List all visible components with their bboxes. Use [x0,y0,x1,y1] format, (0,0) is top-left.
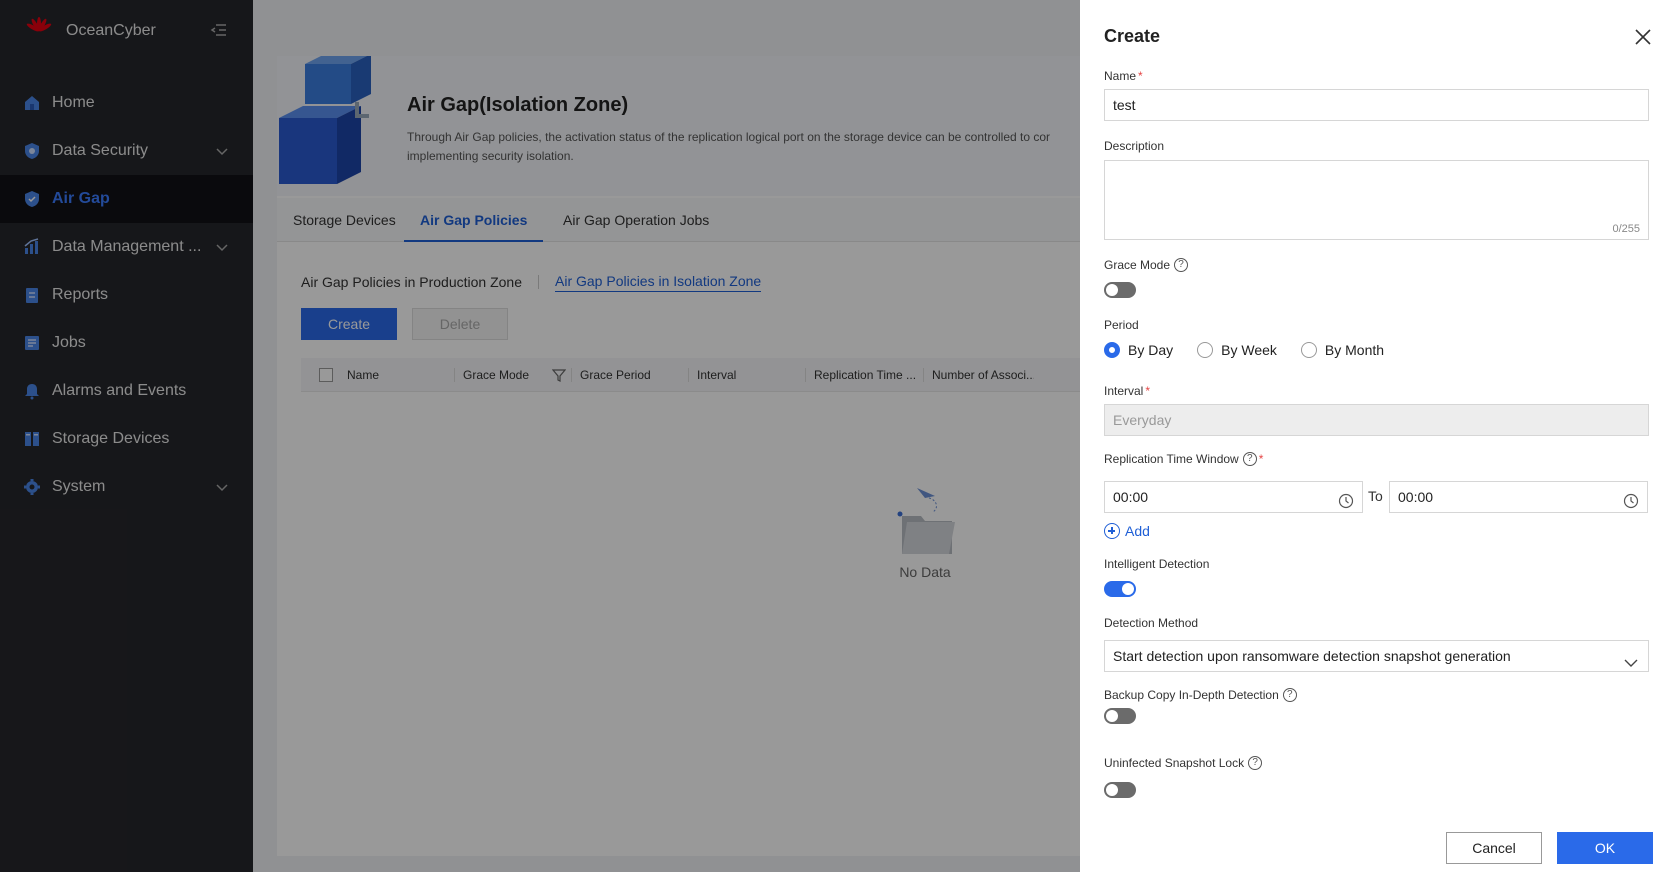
grace-mode-toggle[interactable] [1104,282,1136,298]
chevron-down-icon [1624,650,1638,667]
close-icon[interactable] [1634,28,1652,46]
replication-time-window-label: Replication Time Window? * [1104,452,1263,466]
detection-method-label: Detection Method [1104,616,1199,630]
required-mark: * [1258,452,1264,466]
period-option-by-month[interactable]: By Month [1300,342,1385,358]
start-time-value: 00:00 [1113,489,1149,505]
add-label: Add [1125,523,1150,539]
to-label: To [1368,488,1383,504]
detection-method-select[interactable]: Start detection upon ransomware detectio… [1104,640,1649,672]
name-label: Name * [1104,69,1143,83]
required-mark: * [1145,384,1151,398]
intelligent-detection-label: Intelligent Detection [1104,557,1210,571]
description-textarea[interactable]: 0/255 [1104,160,1649,240]
detection-method-value: Start detection upon ransomware detectio… [1113,648,1511,664]
grace-mode-label: Grace Mode? [1104,258,1189,272]
ok-button[interactable]: OK [1557,832,1653,864]
snapshot-lock-label: Uninfected Snapshot Lock? [1104,756,1263,770]
create-policy-drawer: Create Name * test Description 0/255 Grac… [1080,0,1665,872]
help-icon[interactable]: ? [1248,756,1263,770]
period-option-by-day[interactable]: By Day [1104,342,1173,358]
interval-input: Everyday [1104,404,1649,436]
radio-button[interactable] [1300,342,1317,358]
radio-button[interactable] [1104,342,1120,358]
start-time-input[interactable]: 00:00 [1104,481,1363,513]
character-counter: 0/255 [1612,223,1640,235]
plus-circle-icon [1104,523,1120,539]
end-time-value: 00:00 [1398,489,1434,505]
snapshot-lock-label-text: Uninfected Snapshot Lock [1104,756,1245,770]
help-icon[interactable]: ? [1282,688,1297,702]
radio-button[interactable] [1197,342,1214,358]
replication-label-text: Replication Time Window [1104,452,1239,466]
help-icon[interactable]: ? [1174,258,1189,272]
end-time-input[interactable]: 00:00 [1389,481,1648,513]
modal-overlay[interactable] [0,0,1080,872]
add-time-window-button[interactable]: Add [1104,523,1150,539]
radio-label: By Week [1221,342,1277,358]
period-radio-group: By Day By Week By Month [1104,342,1408,358]
period-option-by-week[interactable]: By Week [1197,342,1277,358]
intelligent-detection-toggle[interactable] [1104,581,1136,597]
period-label: Period [1104,318,1139,332]
help-icon[interactable]: ? [1242,452,1257,466]
radio-label: By Day [1128,342,1174,358]
cancel-button[interactable]: Cancel [1446,832,1542,864]
drawer-title: Create [1104,26,1161,46]
clock-icon [1338,489,1354,509]
snapshot-lock-toggle[interactable] [1104,782,1136,798]
interval-label: Interval * [1104,384,1150,398]
name-input[interactable]: test [1104,89,1649,121]
required-mark: * [1138,69,1143,83]
radio-label: By Month [1324,342,1385,358]
backup-label-text: Backup Copy In-Depth Detection [1104,688,1279,702]
description-label: Description [1104,139,1165,153]
backup-copy-detection-label: Backup Copy In-Depth Detection? [1104,688,1297,702]
backup-copy-detection-toggle[interactable] [1104,708,1136,724]
grace-mode-label-text: Grace Mode [1104,258,1171,272]
interval-label-text: Interval [1104,384,1144,398]
name-label-text: Name [1104,69,1137,83]
clock-icon [1623,489,1639,509]
